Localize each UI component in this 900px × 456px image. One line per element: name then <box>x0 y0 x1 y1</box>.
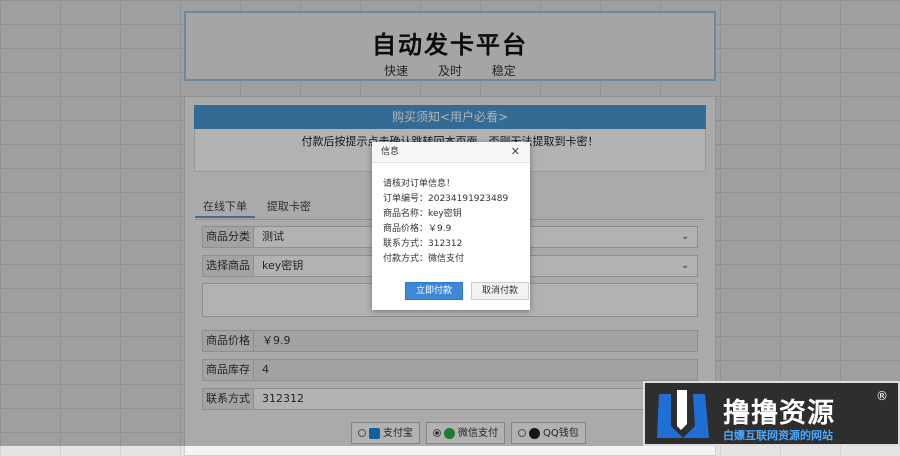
watermark-logo: 撸撸资源 白嫖互联网资源的网站 ® <box>643 381 900 446</box>
dialog-body: 请核对订单信息！ 订单编号：20234191923489 商品名称：key密钥 … <box>372 163 530 267</box>
dialog-line: 联系方式：312312 <box>383 239 463 249</box>
cancel-payment-button[interactable]: 取消付款 <box>471 282 530 300</box>
watermark-tagline: 白嫖互联网资源的网站 <box>723 429 833 442</box>
watermark-title: 撸撸资源 <box>723 398 835 429</box>
dialog-line: 商品名称：key密钥 <box>383 209 462 219</box>
pay-now-button[interactable]: 立即付款 <box>405 282 464 300</box>
dialog-line: 商品价格：￥9.9 <box>383 224 452 234</box>
registered-mark: ® <box>876 389 888 403</box>
logo-mark-icon <box>657 390 709 438</box>
dialog-titlebar: 信息 ✕ <box>372 142 530 163</box>
order-confirm-dialog: 信息 ✕ 请核对订单信息！ 订单编号：20234191923489 商品名称：k… <box>372 142 530 310</box>
dialog-title: 信息 <box>381 147 400 157</box>
dialog-line: 请核对订单信息！ <box>383 179 456 189</box>
close-icon[interactable]: ✕ <box>511 142 520 162</box>
dialog-line: 付款方式：微信支付 <box>383 254 465 264</box>
dialog-buttons: 立即付款 取消付款 <box>405 282 530 300</box>
dialog-line: 订单编号：20234191923489 <box>383 194 509 204</box>
